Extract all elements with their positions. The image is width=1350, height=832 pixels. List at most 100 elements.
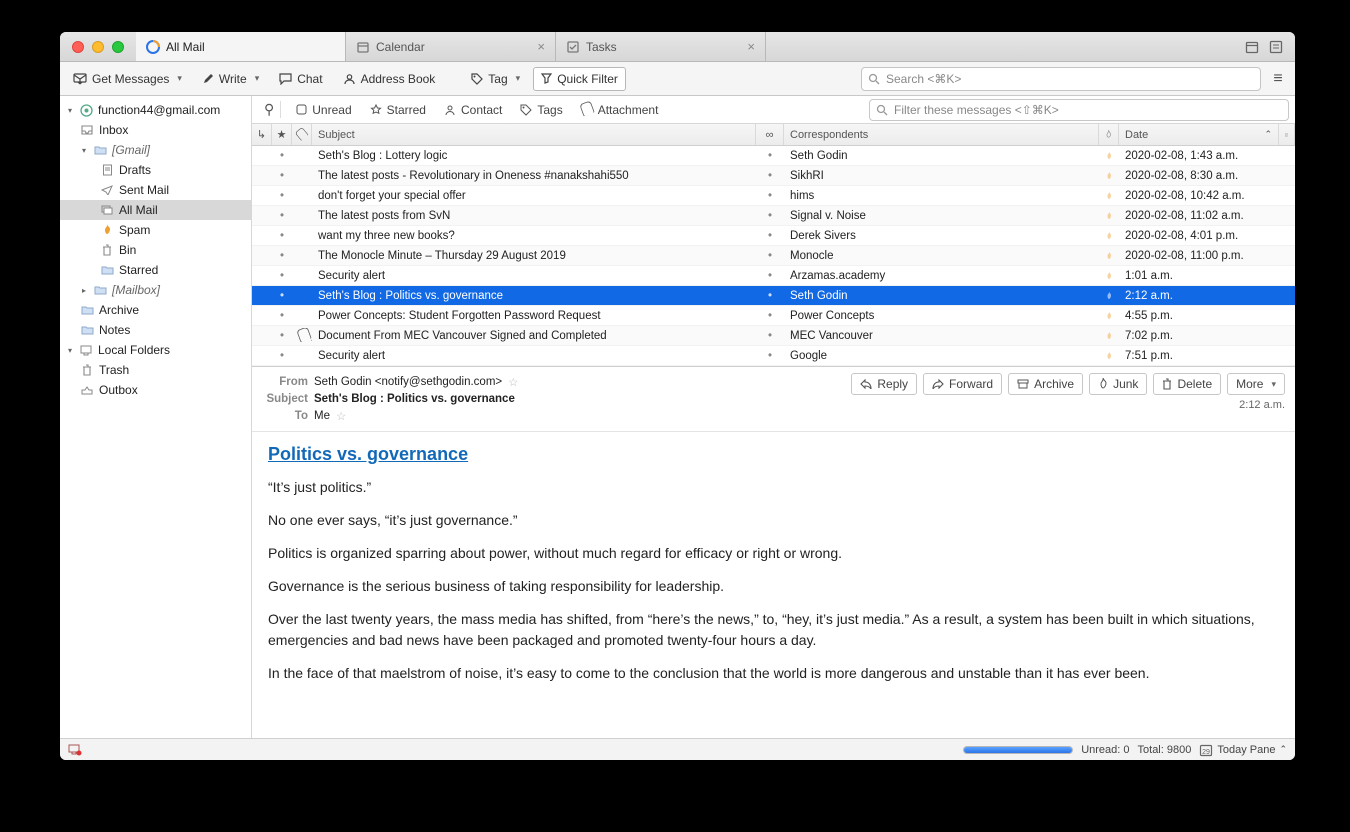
tasks-toggle-icon[interactable] <box>1269 40 1283 54</box>
message-subject: Security alert <box>312 270 756 282</box>
message-date: 4:55 p.m. <box>1119 310 1279 322</box>
message-row[interactable]: Power Concepts: Student Forgotten Passwo… <box>252 306 1295 326</box>
offline-icon[interactable] <box>68 744 82 756</box>
subject-value: Seth's Blog : Politics vs. governance <box>314 393 515 405</box>
col-attachment[interactable] <box>292 124 312 145</box>
app-menu-button[interactable]: ≡ <box>1267 70 1289 88</box>
tag-indicator <box>756 270 784 282</box>
message-actions: Reply Forward Archive Junk Delete More <box>851 373 1285 395</box>
today-pane-toggle[interactable]: 29 Today Pane ⌃ <box>1199 743 1287 757</box>
tag-button[interactable]: Tag <box>464 68 527 90</box>
message-row[interactable]: Security alertGoogle7:51 p.m. <box>252 346 1295 366</box>
col-subject[interactable]: Subject <box>312 124 756 145</box>
read-indicator[interactable] <box>272 330 292 342</box>
message-row[interactable]: The Monocle Minute – Thursday 29 August … <box>252 246 1295 266</box>
account-node[interactable]: ▾ function44@gmail.com <box>60 100 251 120</box>
button-label: Chat <box>297 72 322 86</box>
folder-label: Local Folders <box>98 343 170 357</box>
message-row[interactable]: don't forget your special offerhims2020-… <box>252 186 1295 206</box>
tab-all-mail[interactable]: All Mail <box>136 32 346 61</box>
more-button[interactable]: More <box>1227 373 1285 395</box>
read-indicator[interactable] <box>272 150 292 162</box>
read-indicator[interactable] <box>272 290 292 302</box>
folder-archive[interactable]: Archive <box>60 300 251 320</box>
folder-spam[interactable]: Spam <box>60 220 251 240</box>
read-indicator[interactable] <box>272 270 292 282</box>
message-row[interactable]: The latest posts from SvNSignal v. Noise… <box>252 206 1295 226</box>
account-icon <box>79 103 93 117</box>
message-row[interactable]: want my three new books?Derek Sivers2020… <box>252 226 1295 246</box>
read-indicator[interactable] <box>272 170 292 182</box>
message-subject: Seth's Blog : Lottery logic <box>312 150 756 162</box>
folder-outbox[interactable]: Outbox <box>60 380 251 400</box>
filter-attachment[interactable]: Attachment <box>574 99 666 121</box>
read-indicator[interactable] <box>272 190 292 202</box>
folder-icon <box>80 323 94 337</box>
filter-starred[interactable]: Starred <box>363 100 433 120</box>
message-subject: The latest posts - Revolutionary in Onen… <box>312 170 756 182</box>
message-row[interactable]: Document From MEC Vancouver Signed and C… <box>252 326 1295 346</box>
read-indicator[interactable] <box>272 210 292 222</box>
global-search-input[interactable]: Search <⌘K> <box>861 67 1261 91</box>
minimize-window-button[interactable] <box>92 41 104 53</box>
folder-bin[interactable]: Bin <box>60 240 251 260</box>
col-correspondents[interactable]: Correspondents <box>784 124 1099 145</box>
forward-button[interactable]: Forward <box>923 373 1002 395</box>
close-tab-button[interactable]: × <box>747 39 755 54</box>
message-list[interactable]: Seth's Blog : Lottery logicSeth Godin202… <box>252 146 1295 366</box>
col-date[interactable]: Date⌃ <box>1119 124 1279 145</box>
message-row[interactable]: Security alertArzamas.academy1:01 a.m. <box>252 266 1295 286</box>
read-indicator[interactable] <box>272 310 292 322</box>
archive-button[interactable]: Archive <box>1008 373 1083 395</box>
folder-notes[interactable]: Notes <box>60 320 251 340</box>
star-toggle[interactable]: ☆ <box>336 409 346 423</box>
col-date-icon[interactable] <box>1099 124 1119 145</box>
message-date: 2020-02-08, 8:30 a.m. <box>1119 170 1279 182</box>
folder-drafts[interactable]: Drafts <box>60 160 251 180</box>
folder-all-mail[interactable]: All Mail <box>60 200 251 220</box>
folder-trash[interactable]: Trash <box>60 360 251 380</box>
close-tab-button[interactable]: × <box>537 39 545 54</box>
tab-tasks[interactable]: Tasks × <box>556 32 766 61</box>
filter-tags[interactable]: Tags <box>513 100 569 120</box>
pin-filter-button[interactable]: ⚲ <box>258 101 281 118</box>
address-book-button[interactable]: Address Book <box>336 68 443 90</box>
reply-button[interactable]: Reply <box>851 373 917 395</box>
folder-sent[interactable]: Sent Mail <box>60 180 251 200</box>
filter-contact[interactable]: Contact <box>437 100 509 120</box>
get-messages-button[interactable]: Get Messages <box>66 68 189 90</box>
read-indicator[interactable] <box>272 230 292 242</box>
read-indicator[interactable] <box>272 350 292 362</box>
filter-unread[interactable]: Unread <box>289 100 358 120</box>
quick-filter-button[interactable]: Quick Filter <box>533 67 626 91</box>
message-row[interactable]: Seth's Blog : Politics vs. governanceSet… <box>252 286 1295 306</box>
folder-label: Spam <box>119 223 150 237</box>
star-toggle[interactable]: ☆ <box>508 375 518 389</box>
search-icon <box>876 104 888 116</box>
article-title-link[interactable]: Politics vs. governance <box>268 444 468 464</box>
zoom-window-button[interactable] <box>112 41 124 53</box>
col-star[interactable]: ★ <box>272 124 292 145</box>
write-button[interactable]: Write <box>195 68 266 90</box>
calendar-toggle-icon[interactable] <box>1245 40 1259 54</box>
junk-button[interactable]: Junk <box>1089 373 1147 395</box>
folder-starred[interactable]: Starred <box>60 260 251 280</box>
message-row[interactable]: Seth's Blog : Lottery logicSeth Godin202… <box>252 146 1295 166</box>
stack-icon <box>100 203 114 217</box>
filter-messages-input[interactable]: Filter these messages <⇧⌘K> <box>869 99 1289 121</box>
local-folders-node[interactable]: ▾Local Folders <box>60 340 251 360</box>
folder-label: Archive <box>99 303 139 317</box>
col-thread[interactable]: ↳ <box>252 124 272 145</box>
folder-mailbox[interactable]: ▸[Mailbox] <box>60 280 251 300</box>
col-link[interactable]: ∞ <box>756 124 784 145</box>
close-window-button[interactable] <box>72 41 84 53</box>
delete-button[interactable]: Delete <box>1153 373 1221 395</box>
folder-inbox[interactable]: Inbox <box>60 120 251 140</box>
folder-gmail[interactable]: ▾[Gmail] <box>60 140 251 160</box>
read-indicator[interactable] <box>272 250 292 262</box>
message-row[interactable]: The latest posts - Revolutionary in Onen… <box>252 166 1295 186</box>
col-picker[interactable] <box>1279 124 1295 145</box>
tab-calendar[interactable]: Calendar × <box>346 32 556 61</box>
message-body: Politics vs. governance “It’s just polit… <box>252 432 1295 738</box>
chat-button[interactable]: Chat <box>272 68 329 90</box>
